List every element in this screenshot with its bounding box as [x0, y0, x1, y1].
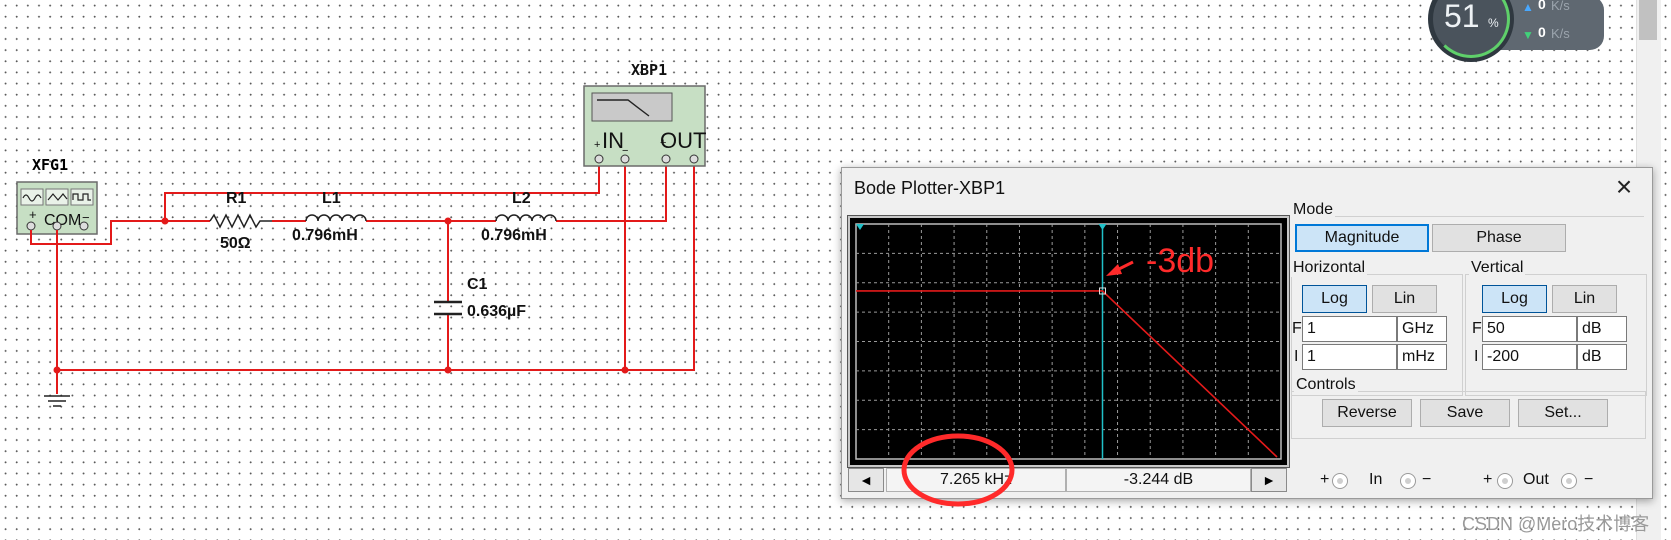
watermark: CSDN @Mero技术博客 — [1462, 514, 1650, 534]
annotation-arrow-icon — [1106, 260, 1134, 276]
highlight-circle — [901, 433, 1015, 507]
minus-3db-annotation: -3db — [1146, 242, 1214, 280]
annotation-overlay: -3db — [901, 242, 1214, 507]
